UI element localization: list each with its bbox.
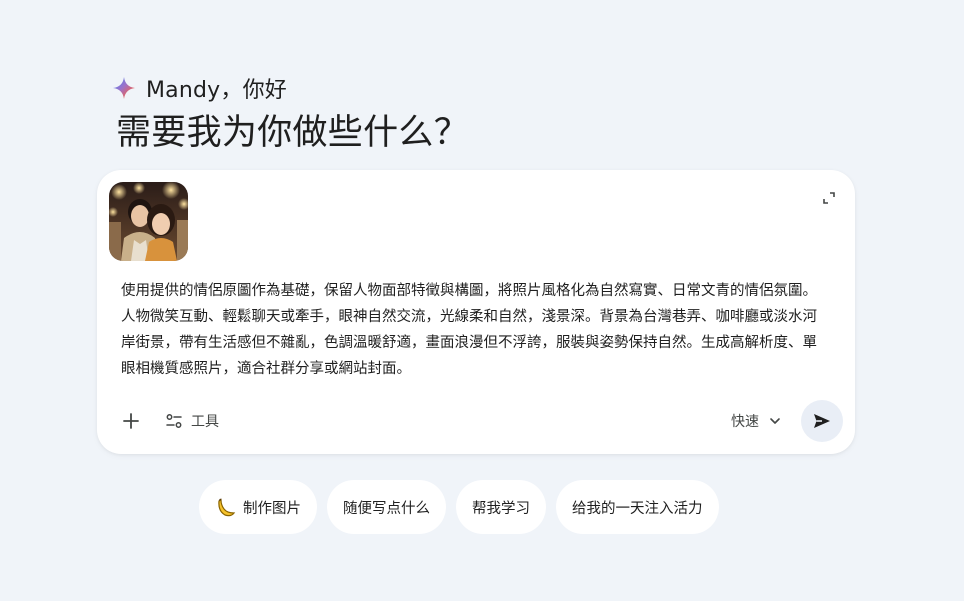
chevron-down-icon — [770, 418, 780, 424]
gemini-spark-icon — [113, 77, 135, 99]
composer-toolbar: 工具 快速 — [97, 400, 855, 442]
attached-photo — [109, 182, 188, 261]
suggestion-chips: 制作图片 随便写点什么 帮我学习 给我的一天注入活力 — [199, 480, 719, 534]
chip-energize-day[interactable]: 给我的一天注入活力 — [556, 480, 719, 534]
greeting-name: Mandy，你好 — [146, 78, 287, 103]
prompt-composer: 使用提供的情侶原圖作為基礎，保留人物面部特徵與構圖，將照片風格化為自然寫實、日常… — [97, 170, 855, 454]
chip-write-anything[interactable]: 随便写点什么 — [327, 480, 446, 534]
chip-label: 给我的一天注入活力 — [572, 500, 703, 517]
banana-icon — [218, 498, 236, 517]
tools-icon — [166, 414, 182, 428]
greeting-row: Mandy，你好 — [112, 72, 287, 104]
expand-icon — [823, 192, 835, 204]
plus-icon — [123, 413, 139, 429]
chip-make-image[interactable]: 制作图片 — [199, 480, 317, 534]
chip-label: 随便写点什么 — [343, 500, 430, 517]
prompt-input[interactable]: 使用提供的情侶原圖作為基礎，保留人物面部特徵與構圖，將照片風格化為自然寫實、日常… — [121, 278, 821, 382]
tools-button[interactable]: 工具 — [165, 406, 219, 436]
attached-image-thumbnail[interactable] — [109, 182, 188, 261]
chip-help-me-learn[interactable]: 帮我学习 — [456, 480, 546, 534]
chip-label: 帮我学习 — [472, 500, 530, 517]
send-button[interactable] — [801, 400, 843, 442]
model-label: 快速 — [731, 414, 759, 430]
model-select[interactable]: 快速 — [731, 406, 781, 436]
add-button[interactable] — [117, 407, 145, 435]
send-icon — [814, 414, 830, 428]
tools-label: 工具 — [191, 414, 219, 430]
chip-label: 制作图片 — [243, 500, 301, 517]
expand-button[interactable] — [819, 188, 839, 208]
page-title: 需要我为你做些什么？ — [116, 113, 470, 153]
